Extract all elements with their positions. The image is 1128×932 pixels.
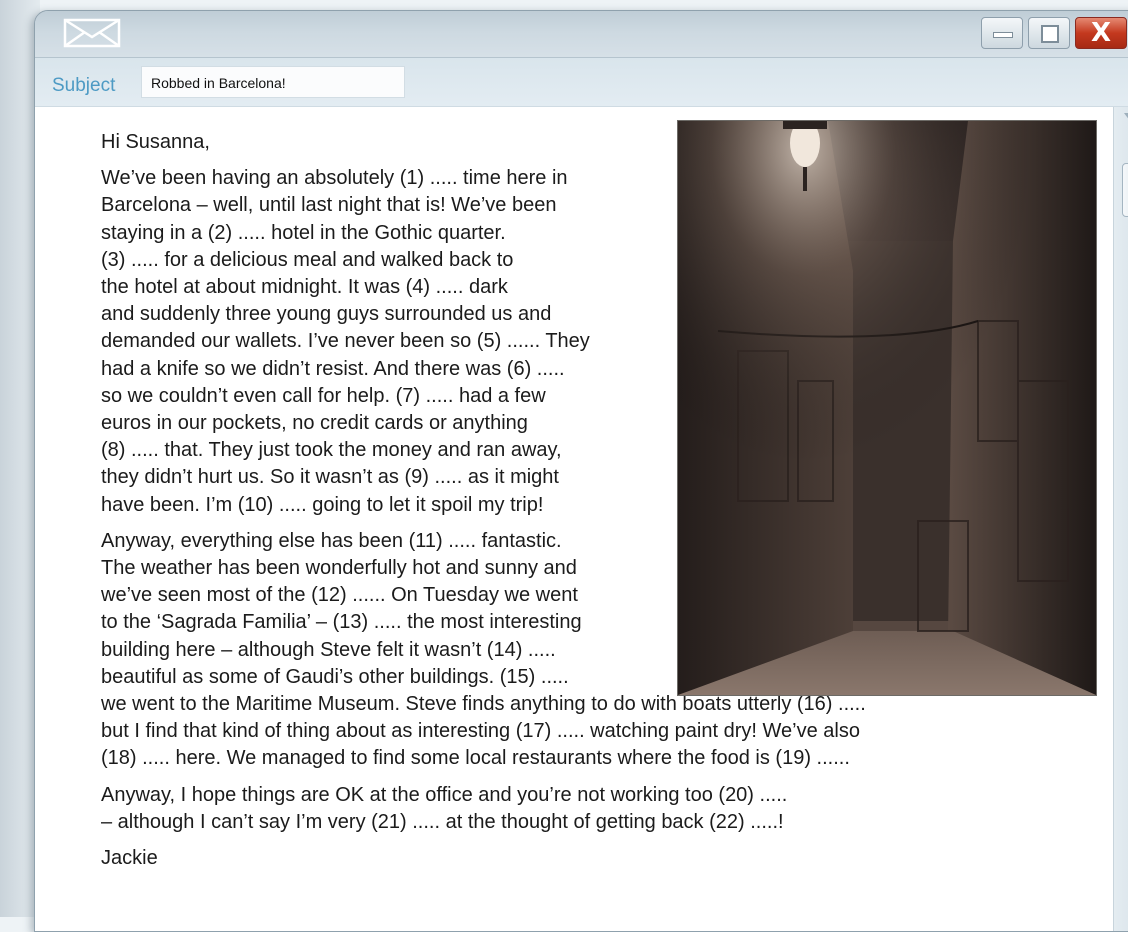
text-line: Barcelona – well, until last night that … <box>101 194 557 217</box>
email-window: X Subject Robbed in Barcelona! Hi Susann… <box>34 10 1128 932</box>
text-line: (8) ..... that. They just took the money… <box>101 439 562 462</box>
minimize-button[interactable] <box>981 17 1023 49</box>
text-line: The weather has been wonderfully hot and… <box>101 557 577 580</box>
text-line: have been. I’m (10) ..... going to let i… <box>101 493 544 516</box>
subject-row: Subject Robbed in Barcelona! <box>35 58 1128 106</box>
maximize-button[interactable] <box>1028 17 1070 49</box>
scroll-thumb[interactable] <box>1122 163 1128 217</box>
title-bar[interactable]: X <box>35 11 1128 58</box>
subject-label: Subject <box>52 75 116 96</box>
text-line: and suddenly three young guys surrounded… <box>101 303 552 326</box>
text-line: Anyway, I hope things are OK at the offi… <box>101 783 788 806</box>
vertical-scrollbar[interactable] <box>1113 107 1128 931</box>
text-line: we went to the Maritime Museum. Steve fi… <box>101 693 866 716</box>
text-line: (18) ..... here. We managed to find some… <box>101 747 850 770</box>
maximize-icon <box>1041 25 1059 43</box>
text-line: had a knife so we didn’t resist. And the… <box>101 357 565 380</box>
message-body[interactable]: Hi Susanna, We’ve been having an absolut… <box>35 107 1113 931</box>
text-line: staying in a (2) ..... hotel in the Goth… <box>101 221 506 244</box>
text-line: euros in our pockets, no credit cards or… <box>101 412 528 435</box>
close-button[interactable]: X <box>1075 17 1127 49</box>
text-line: to the ‘Sagrada Familia’ – (13) ..... th… <box>101 611 582 634</box>
close-icon: X <box>1090 18 1112 48</box>
text-line: – although I can’t say I’m very (21) ...… <box>101 810 784 833</box>
text-line: (3) ..... for a delicious meal and walke… <box>101 248 514 271</box>
text-line: they didn’t hurt us. So it wasn’t as (9)… <box>101 466 559 489</box>
text-line: we’ve seen most of the (12) ...... On Tu… <box>101 584 578 607</box>
minimize-icon <box>993 32 1013 38</box>
scroll-up-icon[interactable] <box>1124 113 1128 125</box>
text-line: demanded our wallets. I’ve never been so… <box>101 330 590 353</box>
text-line: building here – although Steve felt it w… <box>101 638 556 661</box>
signoff: Jackie <box>101 847 158 870</box>
text-line: Anyway, everything else has been (11) ..… <box>101 529 562 552</box>
text-line: so we couldn’t even call for help. (7) .… <box>101 384 546 407</box>
text-line: beautiful as some of Gaudi’s other build… <box>101 665 569 688</box>
subject-field[interactable]: Robbed in Barcelona! <box>141 66 405 98</box>
paragraph-3: Anyway, I hope things are OK at the offi… <box>101 782 1001 836</box>
night-alley-photo <box>677 120 1097 696</box>
text-line: but I find that kind of thing about as i… <box>101 720 860 743</box>
text-line: the hotel at about midnight. It was (4) … <box>101 276 508 299</box>
envelope-icon <box>63 18 121 48</box>
text-line: We’ve been having an absolutely (1) ....… <box>101 167 568 190</box>
